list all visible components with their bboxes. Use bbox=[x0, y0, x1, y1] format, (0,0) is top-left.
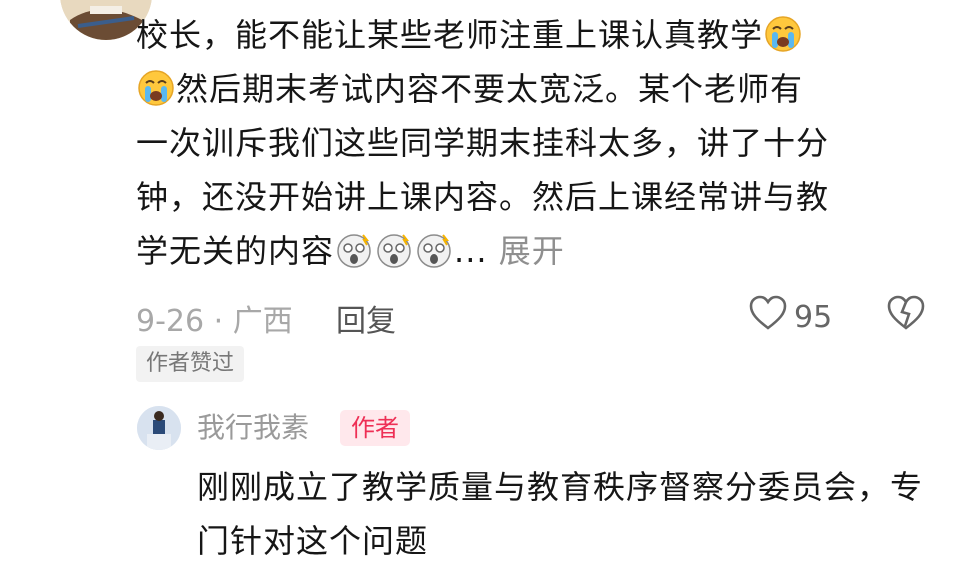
reply-avatar[interactable] bbox=[137, 406, 181, 450]
face-screaming-icon bbox=[335, 231, 373, 269]
comment-line-4: 钟，还没开始讲上课内容。然后上课经常讲与教 bbox=[136, 178, 830, 216]
face-screaming-icon bbox=[375, 231, 413, 269]
comment-meta-row: 9-26 · 广西 回复 95 bbox=[136, 292, 926, 342]
dislike-button[interactable] bbox=[886, 294, 926, 340]
reply-button[interactable]: 回复 bbox=[336, 296, 396, 340]
expand-link[interactable]: 展开 bbox=[499, 232, 565, 270]
comment-line-3: 一次训斥我们这些同学期末挂科太多，讲了十分 bbox=[136, 124, 830, 162]
heart-outline-icon bbox=[748, 294, 788, 340]
broken-heart-icon bbox=[886, 295, 926, 340]
loudly-crying-face-icon bbox=[137, 69, 175, 107]
author-liked-badge: 作者赞过 bbox=[136, 346, 245, 382]
comment-ellipsis: ... bbox=[454, 232, 488, 270]
comment-text: 校长，能不能让某些老师注重上课认真教学 然后期末考试内容不要太宽泛。某个老师有 … bbox=[136, 8, 926, 278]
comment-line-2: 然后期末考试内容不要太宽泛。某个老师有 bbox=[176, 70, 804, 108]
reply-username[interactable]: 我行我素 bbox=[197, 406, 309, 446]
comment-line-1: 校长，能不能让某些老师注重上课认真教学 bbox=[136, 16, 764, 54]
loudly-crying-face-icon bbox=[764, 15, 802, 53]
comment-date-location: 9-26 · 广西 bbox=[136, 304, 293, 339]
comment-line-5: 学无关的内容 bbox=[136, 232, 335, 270]
author-tag: 作者 bbox=[340, 410, 410, 446]
face-screaming-icon bbox=[415, 231, 453, 269]
like-button[interactable]: 95 bbox=[748, 294, 832, 340]
like-count: 95 bbox=[794, 299, 833, 335]
reply-text: 刚刚成立了教学质量与教育秩序督察分委员会，专门针对这个问题 bbox=[197, 468, 924, 560]
